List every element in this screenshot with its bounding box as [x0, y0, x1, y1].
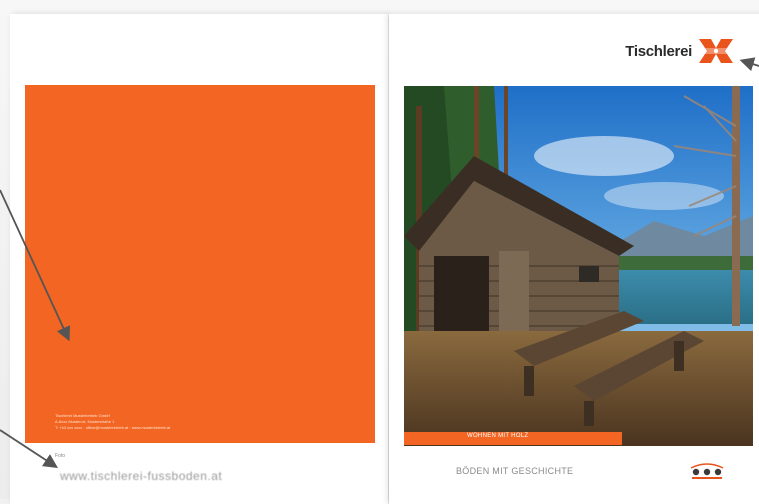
- arrow-to-brand-logo: [739, 57, 759, 72]
- arrow-to-website-url: [0, 429, 59, 468]
- arrow-to-orange-panel: [0, 189, 71, 342]
- annotation-arrows: [0, 57, 759, 468]
